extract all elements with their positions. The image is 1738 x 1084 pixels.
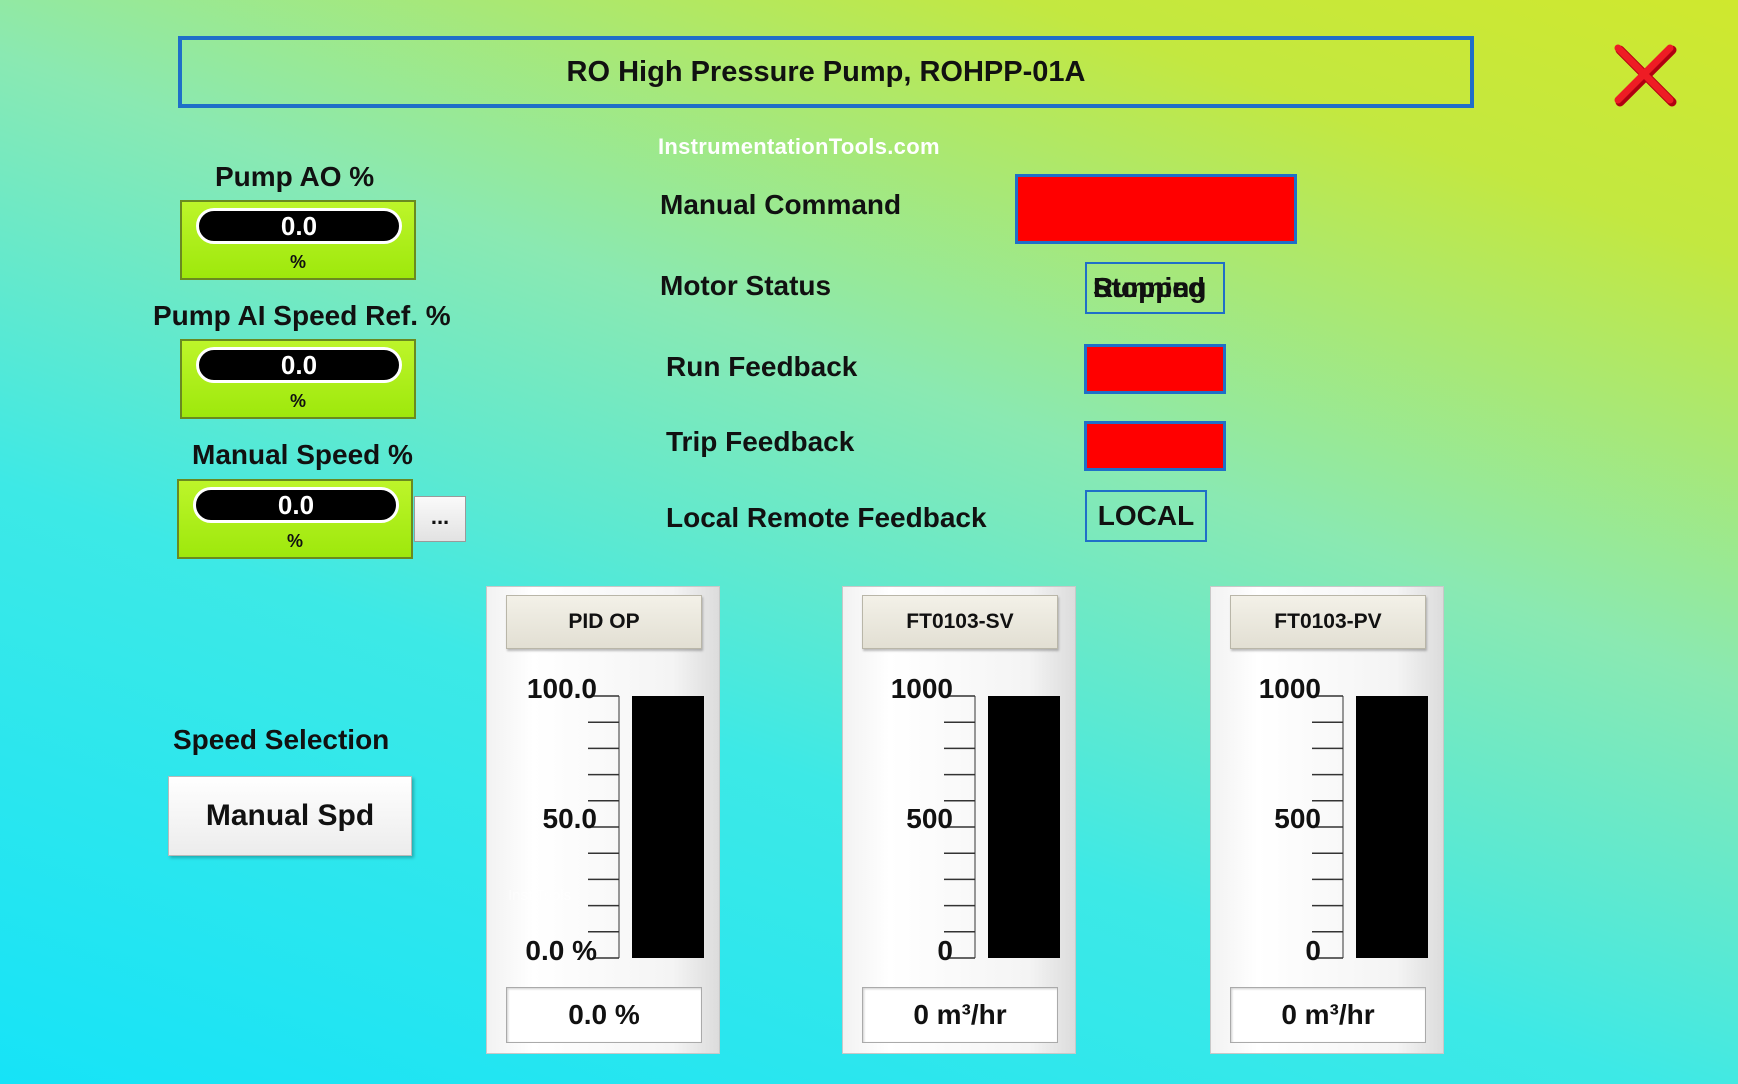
manual-command-label: Manual Command xyxy=(660,189,901,221)
gauge-pid-op: PID OP 100.0 50.0 0.0 % 0.0 % xyxy=(486,586,720,1054)
gauge-ft0103-pv-min-label: 0 xyxy=(1305,935,1321,967)
gauge-ft0103-pv-max-label: 1000 xyxy=(1259,673,1321,705)
gauge-pid-op-bar xyxy=(632,696,704,958)
pump-ai-speed-ref-label: Pump AI Speed Ref. % xyxy=(153,300,451,332)
manual-speed-readout: 0.0 % xyxy=(177,479,413,559)
gauge-ft0103-pv-value: 0 m³/hr xyxy=(1230,987,1426,1043)
gauge-ft0103-sv-mid-label: 500 xyxy=(906,803,953,835)
manual-speed-value: 0.0 xyxy=(193,487,399,523)
close-x-icon[interactable] xyxy=(1610,42,1680,112)
pump-ai-speed-ref-unit: % xyxy=(182,391,414,412)
speed-selection-label: Speed Selection xyxy=(173,724,389,756)
motor-status-label: Motor Status xyxy=(660,270,831,302)
manual-speed-label: Manual Speed % xyxy=(192,439,413,471)
manual-speed-selection-button[interactable]: Manual Spd xyxy=(168,776,412,856)
pump-ao-readout: 0.0 % xyxy=(180,200,416,280)
run-feedback-label: Run Feedback xyxy=(666,351,857,383)
gauge-ft0103-pv: FT0103-PV 1000 500 0 0 m³/hr xyxy=(1210,586,1444,1054)
pump-ai-speed-ref-value: 0.0 xyxy=(196,347,402,383)
manual-speed-unit: % xyxy=(179,531,411,552)
local-remote-indicator: LOCAL xyxy=(1085,490,1207,542)
pump-ao-unit: % xyxy=(182,252,414,273)
gauge-ft0103-pv-bar xyxy=(1356,696,1428,958)
manual-speed-entry-button[interactable]: ... xyxy=(414,496,466,542)
gauge-pid-op-value: 0.0 % xyxy=(506,987,702,1043)
pump-ao-label: Pump AO % xyxy=(215,161,374,193)
gauge-watermark: Inst Tools xyxy=(508,887,571,904)
gauge-ft0103-sv-min-label: 0 xyxy=(937,935,953,967)
manual-command-button[interactable] xyxy=(1015,174,1297,244)
gauge-pid-op-mid-label: 50.0 xyxy=(543,803,598,835)
watermark: InstrumentationTools.com xyxy=(658,134,940,160)
pump-ao-value: 0.0 xyxy=(196,208,402,244)
trip-feedback-label: Trip Feedback xyxy=(666,426,854,458)
motor-status-indicator: Stopped Running xyxy=(1085,262,1225,314)
local-remote-value: LOCAL xyxy=(1098,500,1194,532)
faceplate-title: RO High Pressure Pump, ROHPP-01A xyxy=(178,36,1474,108)
trip-feedback-indicator xyxy=(1084,421,1226,471)
motor-status-value-running: Running xyxy=(1093,272,1207,304)
local-remote-feedback-label: Local Remote Feedback xyxy=(666,502,987,534)
gauge-ft0103-sv-bar xyxy=(988,696,1060,958)
gauge-ft0103-sv: FT0103-SV 1000 500 0 0 m³/hr xyxy=(842,586,1076,1054)
gauge-ft0103-sv-max-label: 1000 xyxy=(891,673,953,705)
gauge-ft0103-sv-value: 0 m³/hr xyxy=(862,987,1058,1043)
gauge-ft0103-pv-mid-label: 500 xyxy=(1274,803,1321,835)
pump-ai-speed-ref-readout: 0.0 % xyxy=(180,339,416,419)
gauge-pid-op-min-label: 0.0 % xyxy=(525,935,597,967)
faceplate-title-text: RO High Pressure Pump, ROHPP-01A xyxy=(567,56,1086,89)
gauge-pid-op-max-label: 100.0 xyxy=(527,673,597,705)
run-feedback-indicator xyxy=(1084,344,1226,394)
